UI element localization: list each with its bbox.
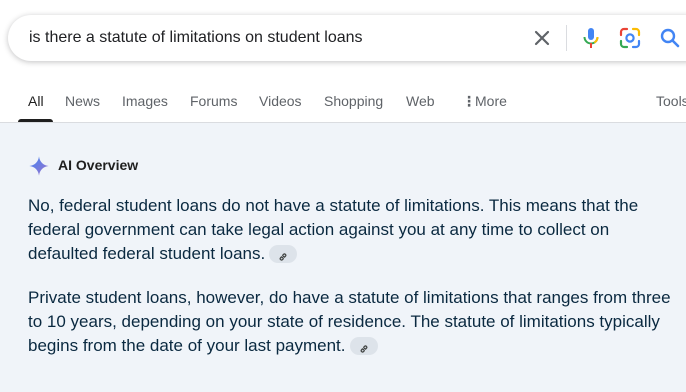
tools-button[interactable]: Tools — [656, 80, 686, 122]
search-icon[interactable] — [658, 26, 682, 50]
tab-more[interactable]: ⋮More — [462, 80, 507, 122]
search-bar-divider — [566, 25, 567, 51]
tab-web-label: Web — [406, 93, 435, 109]
search-input[interactable] — [29, 15, 509, 61]
tab-all[interactable]: All — [18, 80, 53, 122]
tab-shopping-label: Shopping — [324, 93, 384, 109]
tab-more-label: More — [475, 93, 507, 109]
search-bar — [8, 15, 686, 61]
search-tabs: All News Images Forums Videos Shopping W… — [0, 80, 686, 122]
tab-forums[interactable]: Forums — [190, 80, 237, 122]
source-link-chip[interactable] — [349, 337, 378, 355]
tab-videos-label: Videos — [259, 93, 302, 109]
ai-overview-paragraph: Private student loans, however, do have … — [28, 286, 678, 358]
ai-overview-panel: AI Overview No, federal student loans do… — [0, 123, 686, 392]
tab-news-label: News — [65, 93, 101, 109]
tools-label: Tools — [656, 93, 686, 109]
microphone-icon[interactable] — [579, 26, 603, 50]
ai-overview-paragraph: No, federal student loans do not have a … — [28, 194, 678, 266]
tab-all-label: All — [28, 93, 44, 109]
ai-overview-paragraph-text: No, federal student loans do not have a … — [28, 196, 639, 263]
close-icon[interactable] — [530, 26, 554, 50]
link-icon — [279, 253, 287, 261]
tab-shopping[interactable]: Shopping — [324, 80, 383, 122]
ai-overview-title: AI Overview — [58, 157, 139, 173]
tab-images[interactable]: Images — [122, 80, 168, 122]
tab-news[interactable]: News — [65, 80, 100, 122]
tab-web[interactable]: Web — [406, 80, 435, 122]
vertical-dots-icon: ⋮ — [462, 93, 476, 109]
source-link-chip[interactable] — [269, 245, 298, 263]
tab-images-label: Images — [122, 93, 168, 109]
tab-forums-label: Forums — [190, 93, 238, 109]
lens-icon[interactable] — [618, 26, 642, 50]
link-icon — [360, 345, 367, 353]
tab-videos[interactable]: Videos — [259, 80, 302, 122]
sparkle-icon — [29, 156, 49, 176]
